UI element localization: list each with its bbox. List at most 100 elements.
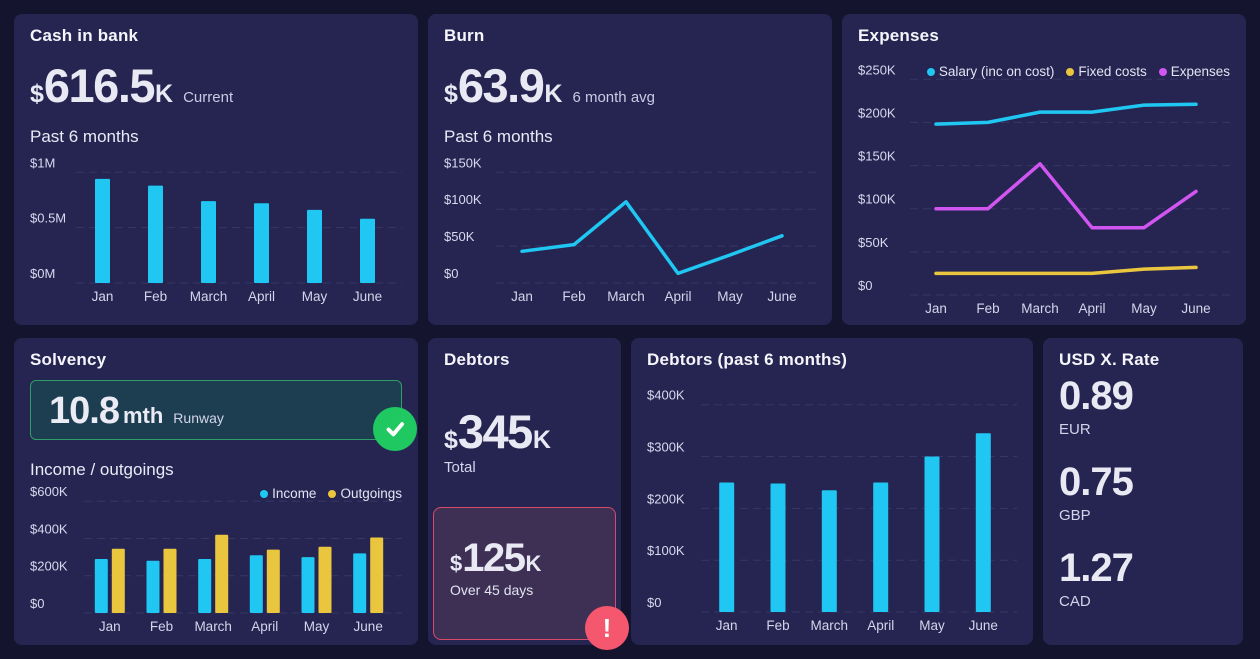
rate-gbp-label: GBP — [1059, 507, 1227, 524]
svg-text:$100K: $100K — [444, 192, 482, 207]
svg-text:Jan: Jan — [925, 301, 947, 316]
debtors-overdue-alert-box: $ 125 K Over 45 days ! — [433, 507, 616, 640]
value-suffix: K — [533, 426, 551, 455]
card-title-cash: Cash in bank — [30, 26, 402, 46]
svg-text:$0.5M: $0.5M — [30, 211, 66, 226]
kpi-caption: 6 month avg — [572, 89, 655, 106]
burn-chart-area: $150K $100K $50K $0 Jan Feb March April May June — [444, 153, 816, 305]
expenses-line-chart: $250K$200K$150K$100K$50K$0JanFebMarchApr… — [858, 52, 1230, 317]
rate-cad-label: CAD — [1059, 593, 1227, 610]
svg-text:Jan: Jan — [716, 618, 738, 633]
svg-text:$0: $0 — [647, 595, 661, 610]
runway-value: 10.8 — [49, 381, 119, 441]
rate-eur-value: 0.89 — [1059, 376, 1227, 416]
svg-text:$100K: $100K — [858, 192, 896, 207]
card-title-solvency: Solvency — [30, 350, 402, 370]
rate-eur: 0.89 EUR — [1059, 376, 1227, 438]
expenses-legend: Salary (inc on cost) Fixed costs Expenses — [927, 64, 1230, 79]
legend-dot-icon — [328, 490, 336, 498]
svg-text:$200K: $200K — [30, 559, 68, 574]
svg-text:May: May — [1131, 301, 1157, 316]
svg-text:May: May — [302, 289, 328, 304]
card-solvency: Solvency 10.8 mth Runway Income / outgoi… — [14, 338, 418, 645]
debtors-overdue-kpi: $ 125 K — [450, 538, 599, 578]
svg-text:April: April — [248, 289, 275, 304]
card-title-burn: Burn — [444, 26, 816, 46]
svg-text:$150K: $150K — [444, 155, 482, 170]
svg-text:Feb: Feb — [562, 289, 585, 304]
debtors-overdue-value: 125 — [462, 538, 524, 578]
currency-symbol: $ — [450, 551, 462, 577]
svg-text:Feb: Feb — [144, 289, 167, 304]
top-row: Cash in bank $ 616.5 K Current Past 6 mo… — [14, 14, 1246, 325]
svg-text:$0M: $0M — [30, 266, 55, 281]
svg-text:May: May — [717, 289, 743, 304]
svg-text:$50K: $50K — [858, 235, 889, 250]
legend-dot-icon — [1066, 68, 1074, 76]
svg-text:$400K: $400K — [647, 388, 685, 403]
svg-text:May: May — [304, 619, 330, 634]
income-outgoings-bar-chart: $600K$400K$200K$0JanFebMarchAprilMayJune — [30, 484, 402, 635]
alert-icon: ! — [585, 606, 629, 650]
svg-text:June: June — [767, 289, 796, 304]
legend-label: Fixed costs — [1078, 64, 1146, 79]
svg-text:$0: $0 — [30, 596, 44, 611]
svg-text:April: April — [867, 618, 894, 633]
svg-text:Feb: Feb — [976, 301, 999, 316]
cash-chart-area: $1M$0.5M$0MJanFebMarchAprilMayJune — [30, 153, 402, 305]
card-debtors: Debtors $ 345 K Total $ 125 K Over 45 da… — [428, 338, 621, 645]
legend-label: Salary (inc on cost) — [939, 64, 1055, 79]
runway-caption: Runway — [173, 410, 224, 426]
cash-current-value: 616.5 — [44, 62, 154, 109]
svg-text:March: March — [1021, 301, 1059, 316]
legend-item: Income — [260, 486, 316, 501]
card-expenses: Expenses Salary (inc on cost) Fixed costs… — [842, 14, 1246, 325]
chart-subtitle: Past 6 months — [30, 127, 402, 147]
dashboard: Cash in bank $ 616.5 K Current Past 6 mo… — [0, 0, 1260, 659]
legend-label: Income — [272, 486, 316, 501]
burn-line-chart: $150K $100K $50K $0 Jan Feb March April May June — [444, 153, 816, 305]
runway-unit: mth — [123, 403, 163, 429]
svg-text:March: March — [194, 619, 232, 634]
card-burn: Burn $ 63.9 K 6 month avg Past 6 months … — [428, 14, 832, 325]
check-icon — [373, 407, 417, 451]
svg-text:April: April — [251, 619, 278, 634]
svg-text:$1M: $1M — [30, 155, 55, 170]
legend-item: Fixed costs — [1066, 64, 1146, 79]
card-title-usd-rate: USD X. Rate — [1059, 350, 1227, 370]
svg-text:$0: $0 — [444, 266, 458, 281]
rate-gbp: 0.75 GBP — [1059, 462, 1227, 524]
svg-text:April: April — [664, 289, 691, 304]
card-debtors-past-6-months: Debtors (past 6 months) $400K$300K$200K$… — [631, 338, 1033, 645]
svg-text:Jan: Jan — [99, 619, 121, 634]
bottom-row: Solvency 10.8 mth Runway Income / outgoi… — [14, 338, 1246, 645]
svg-text:$600K: $600K — [30, 484, 68, 499]
svg-text:June: June — [969, 618, 998, 633]
svg-text:$50K: $50K — [444, 229, 475, 244]
burn-avg-kpi: $ 63.9 K 6 month avg — [444, 62, 816, 109]
income-outgoings-legend: Income Outgoings — [260, 486, 402, 501]
rate-cad-value: 1.27 — [1059, 548, 1227, 588]
card-usd-exchange-rate: USD X. Rate 0.89 EUR 0.75 GBP 1.27 CAD — [1043, 338, 1243, 645]
legend-item: Expenses — [1159, 64, 1230, 79]
currency-symbol: $ — [444, 426, 458, 455]
debtors-total-kpi: $ 345 K — [444, 408, 605, 455]
legend-dot-icon — [260, 490, 268, 498]
debtors-total-value: 345 — [458, 408, 532, 455]
value-suffix: K — [155, 80, 173, 109]
legend-dot-icon — [927, 68, 935, 76]
kpi-caption: Current — [183, 89, 233, 106]
legend-label: Outgoings — [340, 486, 402, 501]
svg-text:Feb: Feb — [766, 618, 789, 633]
legend-label: Expenses — [1171, 64, 1230, 79]
svg-text:Jan: Jan — [92, 289, 114, 304]
svg-text:March: March — [607, 289, 645, 304]
debtors-total-caption: Total — [444, 459, 605, 476]
cash-current-kpi: $ 616.5 K Current — [30, 62, 402, 109]
legend-item: Salary (inc on cost) — [927, 64, 1055, 79]
svg-text:Jan: Jan — [511, 289, 533, 304]
svg-text:$300K: $300K — [647, 440, 685, 455]
runway-highlight-box: 10.8 mth Runway — [30, 380, 402, 440]
svg-text:April: April — [1078, 301, 1105, 316]
svg-text:Feb: Feb — [150, 619, 173, 634]
